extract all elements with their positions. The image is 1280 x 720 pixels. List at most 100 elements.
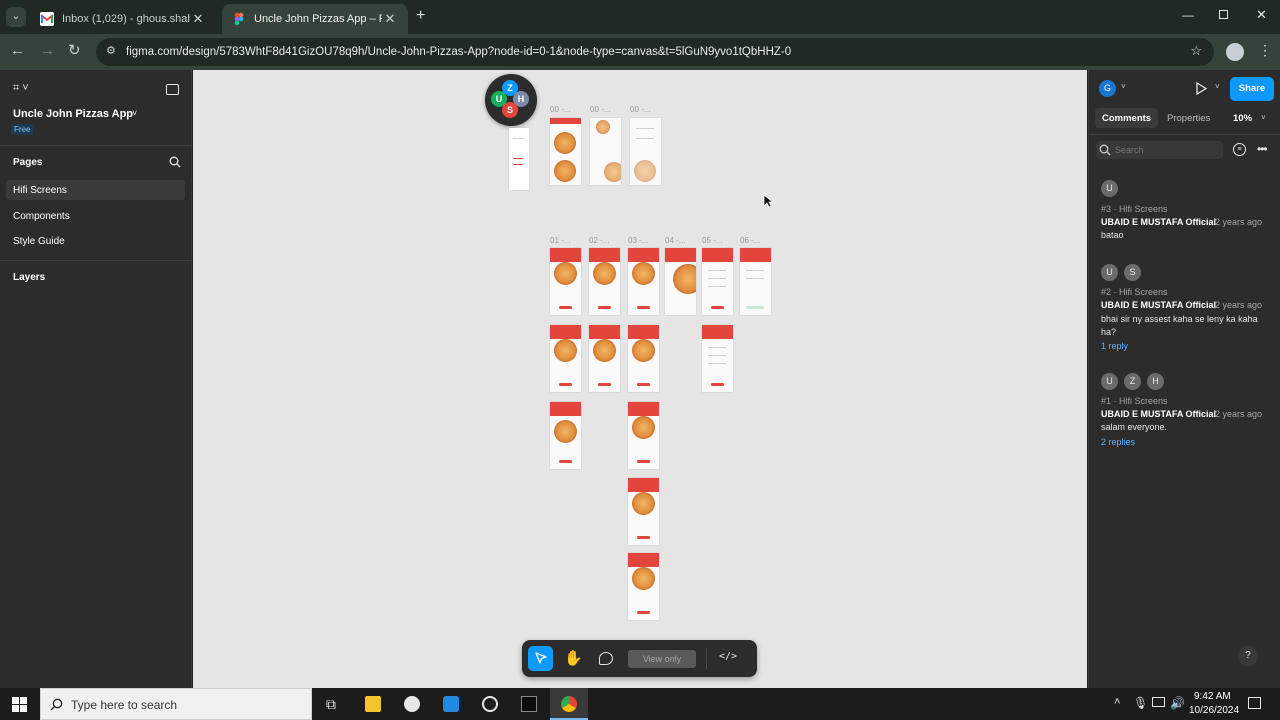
- close-tab-icon[interactable]: ✕: [382, 11, 398, 27]
- address-bar[interactable]: ⚙ figma.com/design/5783WhtF8d41GizOU78q9…: [96, 38, 1214, 66]
- frame-screen[interactable]: [589, 325, 620, 392]
- frame-screen[interactable]: [628, 402, 659, 469]
- browser-menu-icon[interactable]: ⋮: [1258, 42, 1272, 59]
- obs-icon[interactable]: [482, 696, 498, 712]
- close-window-icon[interactable]: ✕: [1256, 7, 1267, 23]
- frame-line: [513, 164, 523, 165]
- pizza-image: [554, 132, 576, 154]
- frame-screen[interactable]: [702, 248, 733, 315]
- tray-chevron-icon[interactable]: ˄: [1114, 696, 1120, 708]
- frame-screen[interactable]: [589, 248, 620, 315]
- user-avatar[interactable]: G: [1099, 80, 1116, 97]
- presence-avatars[interactable]: Z U H S: [485, 74, 537, 126]
- search-pages-icon[interactable]: [169, 155, 181, 173]
- clock-time[interactable]: 9:42 AM: [1194, 691, 1231, 702]
- frame-onboarding-2[interactable]: [590, 118, 621, 185]
- tab-search-chevron-icon[interactable]: ⌄: [6, 7, 26, 27]
- frame-line: [746, 270, 764, 271]
- page-item-style-guide[interactable]: Style Guide: [6, 231, 185, 251]
- frame-screen[interactable]: [628, 325, 659, 392]
- page-item-components[interactable]: Components: [6, 206, 185, 226]
- back-icon[interactable]: ←: [10, 42, 25, 59]
- figma-icon: [232, 12, 246, 26]
- figma-canvas[interactable]: Z U H S 00 -... 00 -... 00 -... 01 -... …: [193, 70, 1087, 688]
- comment-thread[interactable]: U Z H #1 · Hifi Screens UBAID E MUSTAFA …: [1089, 369, 1280, 449]
- frame-screen[interactable]: [550, 248, 581, 315]
- zoom-level[interactable]: 10%: [1233, 113, 1252, 124]
- site-info-icon[interactable]: ⚙: [106, 44, 116, 57]
- frame-screen[interactable]: [665, 248, 696, 315]
- gmail-icon: [40, 12, 54, 26]
- comment-replies-link[interactable]: 1 reply: [1101, 341, 1128, 351]
- forward-icon[interactable]: →: [40, 42, 55, 59]
- page-item-hifi-screens[interactable]: Hifi Screens: [6, 180, 185, 200]
- clock-date[interactable]: 10/26/2024: [1189, 705, 1239, 716]
- tab-properties[interactable]: Properties: [1167, 113, 1210, 124]
- more-options-icon[interactable]: •••: [1257, 142, 1268, 156]
- restore-icon[interactable]: [1219, 10, 1228, 19]
- chevron-down-icon[interactable]: ˅: [1121, 82, 1126, 91]
- search-input[interactable]: [1115, 143, 1215, 157]
- terminal-icon[interactable]: [521, 696, 537, 712]
- tab-comments[interactable]: Comments: [1095, 108, 1159, 128]
- comment-search[interactable]: [1096, 141, 1223, 159]
- frame-screen[interactable]: [628, 478, 659, 545]
- present-play-icon[interactable]: [1195, 81, 1208, 100]
- comment-thread[interactable]: U #3 · Hifi Screens UBAID E MUSTAFA Offi…: [1089, 176, 1280, 246]
- frame-line: [636, 138, 654, 139]
- task-view-icon[interactable]: ⧉: [326, 696, 336, 713]
- taskbar-search[interactable]: Type here to search: [40, 688, 312, 720]
- url-text[interactable]: figma.com/design/5783WhtF8d41GizOU78q9h/…: [126, 46, 791, 58]
- pizza-image: [632, 262, 655, 285]
- frame-line: [708, 355, 726, 356]
- chrome-taskbar-button[interactable]: [550, 688, 588, 720]
- chevron-down-icon[interactable]: ˅: [1215, 82, 1220, 91]
- frame-screen[interactable]: [628, 248, 659, 315]
- close-tab-icon[interactable]: ✕: [190, 11, 206, 27]
- chevron-down-icon[interactable]: ˅: [1261, 113, 1266, 122]
- file-name[interactable]: Uncle John Pizzas App: [13, 108, 133, 120]
- bookmark-star-icon[interactable]: ☆: [1190, 43, 1202, 59]
- frame-onboarding-1[interactable]: [550, 118, 581, 185]
- profile-avatar[interactable]: [1226, 43, 1244, 61]
- frame-screen[interactable]: [628, 553, 659, 620]
- windows-start-icon[interactable]: [12, 697, 27, 717]
- toggle-sidebar-icon[interactable]: [166, 84, 179, 95]
- help-button[interactable]: ?: [1238, 646, 1258, 666]
- filter-icon[interactable]: ≡: [1233, 143, 1246, 156]
- new-tab-icon[interactable]: +: [416, 7, 425, 25]
- reload-icon[interactable]: ↻: [68, 41, 81, 59]
- frame-screen[interactable]: [550, 402, 581, 469]
- comment-tool-icon[interactable]: [599, 652, 613, 665]
- minimize-icon[interactable]: —: [1182, 8, 1194, 22]
- pizza-image: [632, 416, 655, 439]
- frame-label: 00 -...: [550, 105, 571, 114]
- network-icon[interactable]: [1152, 697, 1165, 707]
- file-explorer-icon[interactable]: [365, 696, 381, 712]
- frame-onboarding-3[interactable]: [630, 118, 661, 185]
- canvas-bottom-toolbar: ✋ View only </>: [522, 640, 757, 677]
- share-button[interactable]: Share: [1230, 77, 1274, 101]
- comment-text: batao: [1101, 230, 1124, 240]
- hand-tool-icon[interactable]: ✋: [564, 649, 583, 667]
- comment-time: 2 years ago: [1215, 300, 1263, 310]
- tab-figma[interactable]: Uncle John Pizzas App – Figma ✕: [222, 4, 408, 34]
- figma-menu-icon[interactable]: ⌗ ˅: [13, 82, 29, 95]
- vscode-icon[interactable]: [443, 696, 459, 712]
- frame-screen[interactable]: [702, 325, 733, 392]
- frame-line: [636, 128, 654, 129]
- microphone-icon[interactable]: 🎙: [1133, 696, 1148, 710]
- tab-gmail[interactable]: Inbox (1,029) - ghous.shah91@ ✕: [30, 4, 216, 34]
- dev-mode-code-icon[interactable]: </>: [719, 651, 737, 662]
- frame-screen[interactable]: [550, 325, 581, 392]
- comment-thread[interactable]: U S #2 · Hifi Screens UBAID E MUSTAFA Of…: [1089, 260, 1280, 352]
- comment-replies-link[interactable]: 2 replies: [1101, 437, 1135, 447]
- commenter-avatar: S: [1124, 264, 1141, 281]
- move-tool-button[interactable]: [528, 646, 553, 671]
- app-icon[interactable]: [404, 696, 420, 712]
- notifications-icon[interactable]: [1248, 697, 1261, 709]
- chevron-down-icon[interactable]: ˅: [132, 108, 137, 118]
- volume-icon[interactable]: 🔊: [1170, 696, 1185, 710]
- frame-screen[interactable]: [740, 248, 771, 315]
- frame-splash[interactable]: [509, 128, 529, 190]
